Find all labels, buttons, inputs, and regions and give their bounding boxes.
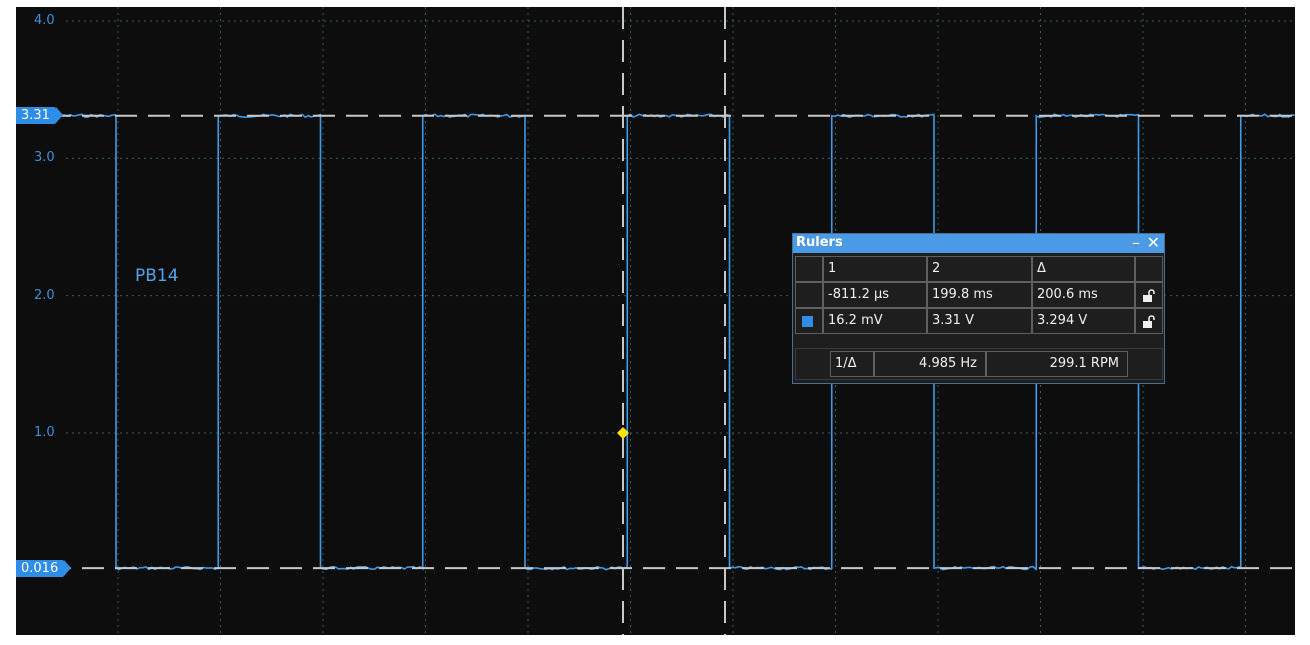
voltage-ruler-1-value: 16.2 mV xyxy=(823,308,927,334)
channel-color-swatch xyxy=(802,316,813,327)
ruler-high-value: 3.31 xyxy=(21,108,50,124)
voltage-ruler-2-value: 3.31 V xyxy=(927,308,1032,334)
frequency-row: 1/Δ 4.985 Hz 299.1 RPM xyxy=(795,348,1163,380)
time-delta-value: 200.6 ms xyxy=(1032,282,1135,308)
channel-label: PB14 xyxy=(135,266,179,286)
ruler-high-tag[interactable]: 3.31 xyxy=(16,107,63,125)
rulers-title: Rulers xyxy=(796,235,843,250)
close-button[interactable]: ✕ xyxy=(1147,233,1160,253)
time-ruler-2-value: 199.8 ms xyxy=(927,282,1032,308)
y-tick-label: 3.0 xyxy=(34,150,55,166)
y-tick-label: 4.0 xyxy=(34,13,55,28)
voltage-lock-button[interactable] xyxy=(1135,308,1163,334)
voltage-swatch-cell xyxy=(795,308,823,334)
frequency-hz-value: 4.985 Hz xyxy=(874,351,986,377)
time-lock-button[interactable] xyxy=(1135,282,1163,308)
rulers-panel[interactable]: Rulers – ✕ 1 2 Δ -811.2 μs 199.8 ms 200.… xyxy=(792,233,1165,384)
header-lock-blank xyxy=(1135,256,1163,282)
y-tick-label: 2.0 xyxy=(34,287,55,303)
voltage-delta-value: 3.294 V xyxy=(1032,308,1135,334)
time-ruler-1-value: -811.2 μs xyxy=(823,282,927,308)
inverse-delta-label: 1/Δ xyxy=(830,351,874,377)
unlock-icon xyxy=(1143,289,1155,302)
y-tick-label: 1.0 xyxy=(34,425,55,440)
ruler-low-value: 0.016 xyxy=(21,560,59,576)
header-delta: Δ xyxy=(1032,256,1135,282)
header-ruler-1: 1 xyxy=(823,256,927,282)
time-row-blank xyxy=(795,282,823,308)
rulers-title-bar[interactable]: Rulers – ✕ xyxy=(793,233,1164,253)
unlock-icon xyxy=(1143,315,1155,328)
scope-display[interactable]: 4.0 3.0 2.0 1.0 3.31 0.016 PB14 Rulers – ✕ … xyxy=(16,7,1295,635)
ruler-low-tag[interactable]: 0.016 xyxy=(16,559,72,577)
minimize-button[interactable]: – xyxy=(1132,233,1140,253)
header-ruler-2: 2 xyxy=(927,256,1032,282)
frequency-rpm-value: 299.1 RPM xyxy=(986,351,1128,377)
header-blank-cell xyxy=(795,256,823,282)
